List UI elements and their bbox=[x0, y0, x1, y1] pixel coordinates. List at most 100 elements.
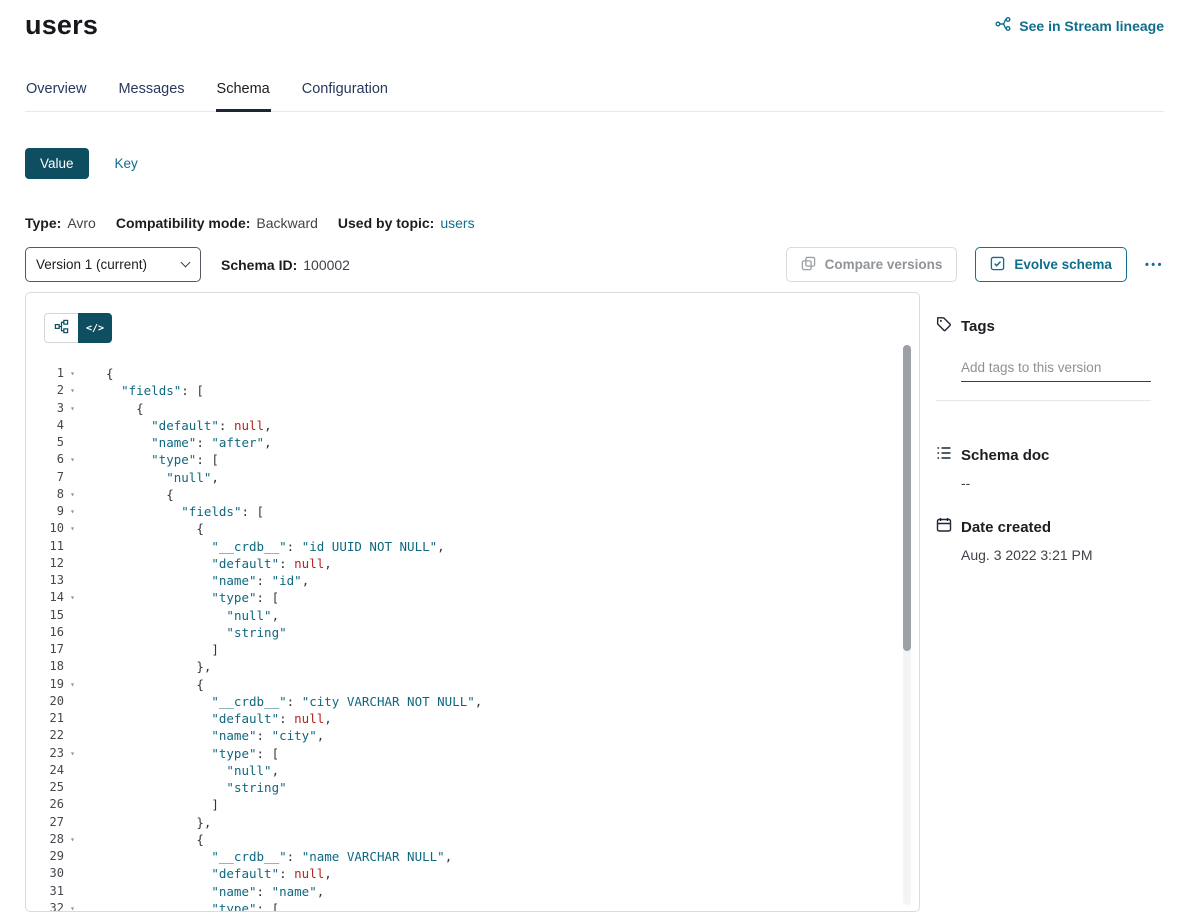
line-number: 29 bbox=[26, 848, 64, 865]
key-toggle-button[interactable]: Key bbox=[115, 156, 138, 171]
fold-arrow-icon[interactable]: ▾ bbox=[64, 365, 81, 382]
fold-arrow-icon[interactable]: ▾ bbox=[64, 400, 81, 417]
topic-link[interactable]: users bbox=[440, 215, 474, 231]
code-text: "type": [ bbox=[81, 745, 279, 762]
schema-id-label: Schema ID: bbox=[221, 257, 297, 273]
schema-id-value: 100002 bbox=[303, 257, 350, 273]
tab-configuration[interactable]: Configuration bbox=[301, 81, 389, 112]
sidebar-divider bbox=[936, 400, 1151, 401]
code-view-icon: </> bbox=[86, 323, 104, 334]
evolve-schema-button[interactable]: Evolve schema bbox=[975, 247, 1127, 282]
fold-arrow-icon[interactable]: ▾ bbox=[64, 486, 81, 503]
code-line: 15 "null", bbox=[26, 607, 919, 624]
fold-spacer bbox=[64, 710, 81, 727]
code-line: 30 "default": null, bbox=[26, 865, 919, 882]
value-toggle-button[interactable]: Value bbox=[25, 148, 89, 179]
line-number: 8 bbox=[26, 486, 64, 503]
fold-arrow-icon[interactable]: ▾ bbox=[64, 676, 81, 693]
compatibility-value: Backward bbox=[256, 215, 317, 231]
code-text: { bbox=[81, 400, 144, 417]
date-created-value: Aug. 3 2022 3:21 PM bbox=[961, 547, 1164, 563]
schema-id: Schema ID: 100002 bbox=[221, 257, 350, 273]
code-line: 27 }, bbox=[26, 814, 919, 831]
line-number: 30 bbox=[26, 865, 64, 882]
fold-spacer bbox=[64, 883, 81, 900]
code-text: { bbox=[81, 365, 114, 382]
code-text: "string" bbox=[81, 779, 287, 796]
fold-arrow-icon[interactable]: ▾ bbox=[64, 503, 81, 520]
used-by-topic-label: Used by topic: bbox=[338, 215, 434, 231]
fold-arrow-icon[interactable]: ▾ bbox=[64, 520, 81, 537]
code-text: ] bbox=[81, 796, 219, 813]
fold-arrow-icon[interactable]: ▾ bbox=[64, 382, 81, 399]
line-number: 17 bbox=[26, 641, 64, 658]
stream-lineage-link[interactable]: See in Stream lineage bbox=[995, 16, 1164, 35]
fold-arrow-icon[interactable]: ▾ bbox=[64, 831, 81, 848]
add-tags-input[interactable] bbox=[961, 358, 1151, 382]
line-number: 5 bbox=[26, 434, 64, 451]
fold-arrow-icon[interactable]: ▾ bbox=[64, 589, 81, 606]
line-number: 7 bbox=[26, 469, 64, 486]
tab-schema[interactable]: Schema bbox=[216, 81, 271, 112]
code-line: 22 "name": "city", bbox=[26, 727, 919, 744]
code-text: { bbox=[81, 520, 204, 537]
line-number: 13 bbox=[26, 572, 64, 589]
fold-spacer bbox=[64, 555, 81, 572]
scrollbar-thumb[interactable] bbox=[903, 345, 911, 651]
line-number: 1 bbox=[26, 365, 64, 382]
tree-view-icon bbox=[54, 319, 69, 337]
schema-doc-title: Schema doc bbox=[961, 447, 1049, 464]
tag-icon bbox=[936, 316, 952, 336]
fold-arrow-icon[interactable]: ▾ bbox=[64, 745, 81, 762]
more-options-button[interactable]: ••• bbox=[1145, 259, 1164, 271]
code-line: 10▾ { bbox=[26, 520, 919, 537]
code-line: 17 ] bbox=[26, 641, 919, 658]
code-text: "fields": [ bbox=[81, 382, 204, 399]
line-number: 18 bbox=[26, 658, 64, 675]
line-number: 27 bbox=[26, 814, 64, 831]
fold-spacer bbox=[64, 469, 81, 486]
code-text: { bbox=[81, 486, 174, 503]
fold-arrow-icon[interactable]: ▾ bbox=[64, 900, 81, 912]
code-text: "type": [ bbox=[81, 589, 279, 606]
compare-versions-button[interactable]: Compare versions bbox=[786, 247, 958, 282]
editor-scrollbar[interactable] bbox=[903, 345, 911, 905]
tree-view-button[interactable] bbox=[44, 313, 78, 343]
schema-doc-icon bbox=[936, 445, 952, 465]
code-text: }, bbox=[81, 658, 211, 675]
line-number: 14 bbox=[26, 589, 64, 606]
code-text: { bbox=[81, 831, 204, 848]
fold-spacer bbox=[64, 624, 81, 641]
code-text: "name": "name", bbox=[81, 883, 324, 900]
code-text: "fields": [ bbox=[81, 503, 264, 520]
page-title: users bbox=[25, 10, 98, 41]
code-line: 1▾{ bbox=[26, 365, 919, 382]
code-line: 9▾ "fields": [ bbox=[26, 503, 919, 520]
tags-section: Tags bbox=[936, 316, 1164, 401]
calendar-icon bbox=[936, 517, 952, 537]
evolve-schema-label: Evolve schema bbox=[1014, 257, 1112, 272]
version-select[interactable]: Version 1 (current) bbox=[25, 247, 201, 282]
line-number: 24 bbox=[26, 762, 64, 779]
line-number: 11 bbox=[26, 538, 64, 555]
fold-spacer bbox=[64, 538, 81, 555]
page-header: users See in Stream lineage bbox=[0, 0, 1189, 41]
code-text: "__crdb__": "city VARCHAR NOT NULL", bbox=[81, 693, 482, 710]
code-text: "null", bbox=[81, 607, 279, 624]
fold-arrow-icon[interactable]: ▾ bbox=[64, 451, 81, 468]
code-text: "default": null, bbox=[81, 555, 332, 572]
code-line: 28▾ { bbox=[26, 831, 919, 848]
code-line: 31 "name": "name", bbox=[26, 883, 919, 900]
code-line: 29 "__crdb__": "name VARCHAR NULL", bbox=[26, 848, 919, 865]
value-key-toggle: Value Key bbox=[25, 148, 1164, 179]
fold-spacer bbox=[64, 814, 81, 831]
fold-spacer bbox=[64, 434, 81, 451]
tab-messages[interactable]: Messages bbox=[117, 81, 185, 112]
version-select-wrap: Version 1 (current) bbox=[25, 247, 201, 282]
line-number: 3 bbox=[26, 400, 64, 417]
code-view-button[interactable]: </> bbox=[78, 313, 112, 343]
code-line: 19▾ { bbox=[26, 676, 919, 693]
tab-overview[interactable]: Overview bbox=[25, 81, 87, 112]
fold-spacer bbox=[64, 693, 81, 710]
line-number: 16 bbox=[26, 624, 64, 641]
